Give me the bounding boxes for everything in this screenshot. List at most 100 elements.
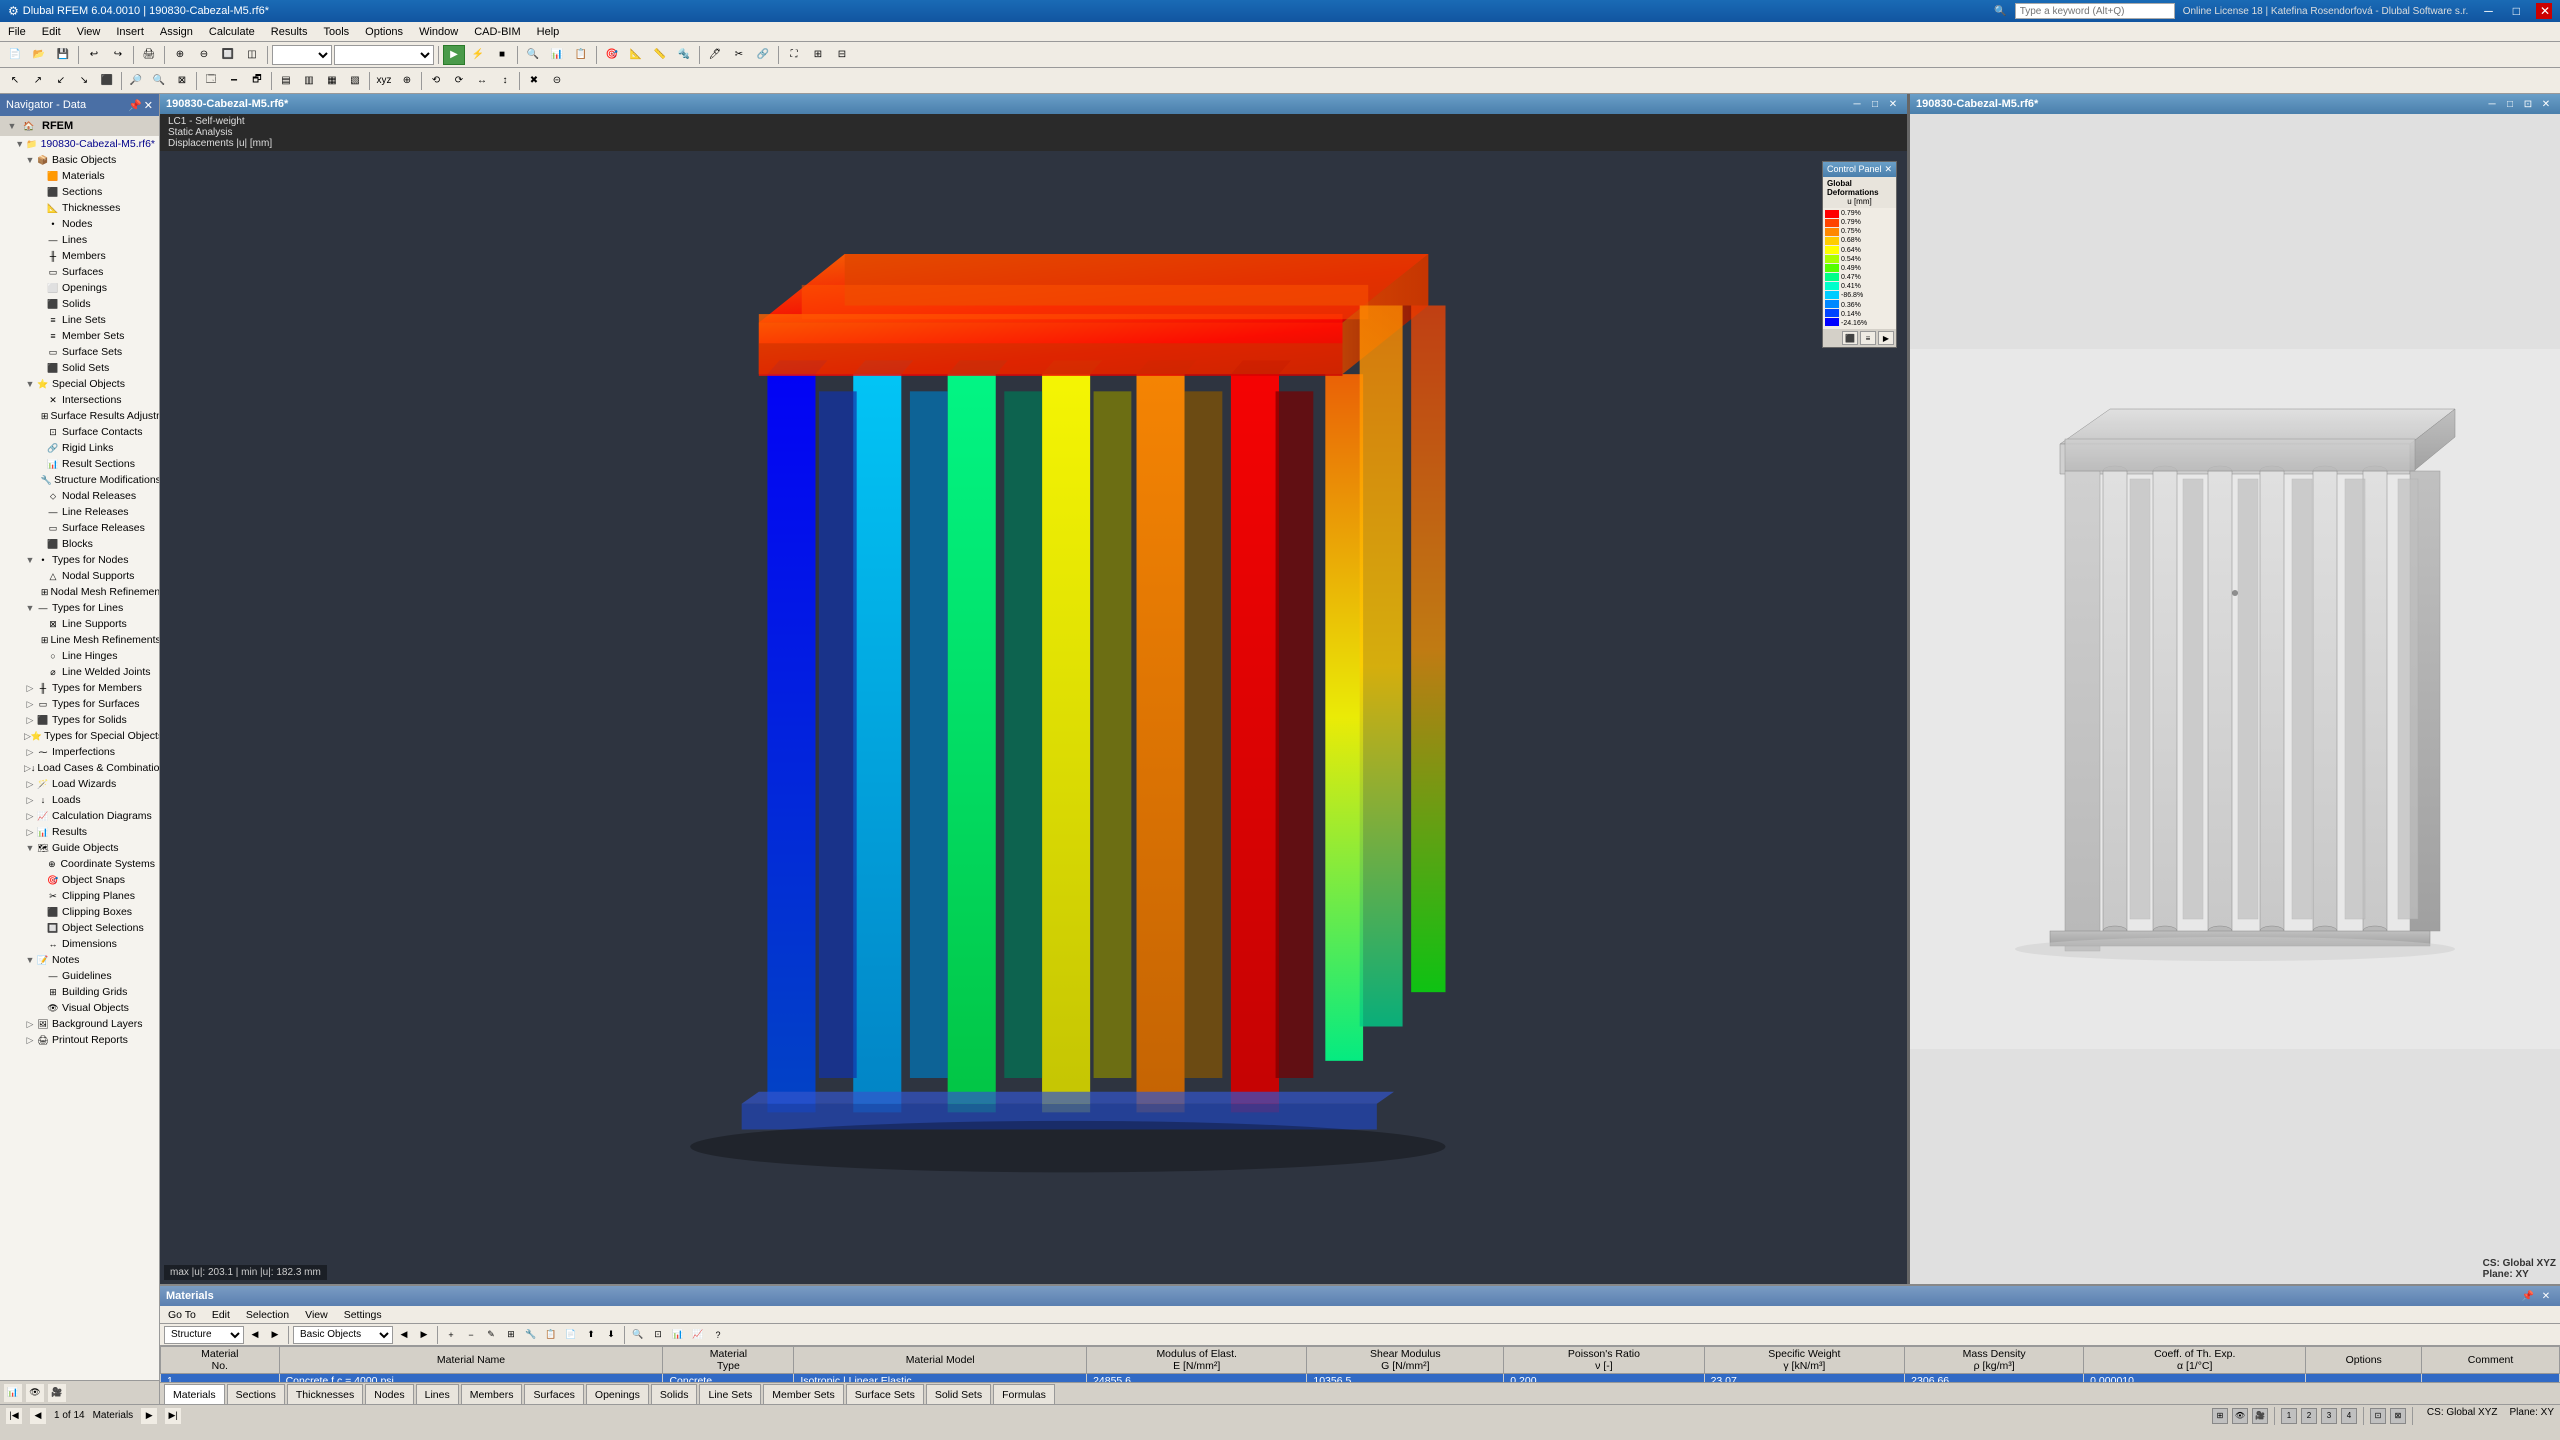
view-btn3[interactable]: ↙ bbox=[50, 71, 72, 91]
rfem-root[interactable]: ▼ 🏠 RFEM bbox=[0, 116, 159, 136]
intersections-item[interactable]: ▷ ✕ Intersections bbox=[0, 392, 159, 408]
tab-materials[interactable]: Materials bbox=[164, 1384, 225, 1404]
sections-item[interactable]: ▷ ⬛ Sections bbox=[0, 184, 159, 200]
line-sets-item[interactable]: ▷ ≡ Line Sets bbox=[0, 312, 159, 328]
types-nodes-group[interactable]: ▼ • Types for Nodes bbox=[0, 552, 159, 568]
bottom-view[interactable]: View bbox=[297, 1306, 336, 1323]
thicknesses-item[interactable]: ▷ 📐 Thicknesses bbox=[0, 200, 159, 216]
tab-sections[interactable]: Sections bbox=[227, 1384, 285, 1404]
status-icon-9[interactable]: ⊠ bbox=[2390, 1408, 2406, 1424]
types-surfaces-group[interactable]: ▷ ▭ Types for Surfaces bbox=[0, 696, 159, 712]
btb2[interactable]: ▶ bbox=[266, 1326, 284, 1344]
filter-btn2[interactable]: ▥ bbox=[298, 71, 320, 91]
load-dropdown[interactable]: Self-weight bbox=[334, 45, 434, 65]
btb16[interactable]: 📊 bbox=[669, 1326, 687, 1344]
tab-member-sets[interactable]: Member Sets bbox=[763, 1384, 843, 1404]
status-icon-2[interactable]: 👁 bbox=[2232, 1408, 2248, 1424]
object-selections-item[interactable]: ▷ 🔲 Object Selections bbox=[0, 920, 159, 936]
results-group[interactable]: ▷ 📊 Results bbox=[0, 824, 159, 840]
bottom-close-btn[interactable]: ✕ bbox=[2538, 1288, 2554, 1304]
tb21[interactable]: ⊟ bbox=[831, 45, 853, 65]
btb5[interactable]: + bbox=[442, 1326, 460, 1344]
zoom-out[interactable]: 🔍 bbox=[148, 71, 170, 91]
menu-cadbim[interactable]: CAD-BIM bbox=[466, 22, 528, 41]
clipping-boxes-item[interactable]: ▷ ⬛ Clipping Boxes bbox=[0, 904, 159, 920]
tb8[interactable]: ■ bbox=[491, 45, 513, 65]
object-snaps-item[interactable]: ▷ 🎯 Object Snaps bbox=[0, 872, 159, 888]
lines-item[interactable]: ▷ — Lines bbox=[0, 232, 159, 248]
basic-objects-dropdown[interactable]: Basic Objects bbox=[293, 1326, 393, 1344]
print-btn[interactable]: 🖨 bbox=[138, 45, 160, 65]
btb11[interactable]: 📄 bbox=[562, 1326, 580, 1344]
file-item[interactable]: ▼ 📁 190830-Cabezal-M5.rf6* bbox=[0, 136, 159, 152]
vp-left-max[interactable]: □ bbox=[1867, 96, 1883, 112]
rigid-links-item[interactable]: ▷ 🔗 Rigid Links bbox=[0, 440, 159, 456]
status-icon-8[interactable]: ⊡ bbox=[2370, 1408, 2386, 1424]
search-input[interactable] bbox=[2015, 3, 2175, 19]
right-model-view[interactable]: CS: Global XYZ Plane: XY bbox=[1910, 114, 2560, 1284]
view-btn5[interactable]: ⬛ bbox=[96, 71, 118, 91]
member-sets-item[interactable]: ▷ ≡ Member Sets bbox=[0, 328, 159, 344]
nav-btn2[interactable]: 👁 bbox=[26, 1384, 44, 1402]
printout-reports-group[interactable]: ▷ 🖨 Printout Reports bbox=[0, 1032, 159, 1048]
load-cases-group[interactable]: ▷ ↓ Load Cases & Combinations bbox=[0, 760, 159, 776]
status-icon-5[interactable]: 2 bbox=[2301, 1408, 2317, 1424]
run-btn[interactable]: ▶ bbox=[443, 45, 465, 65]
status-icon-4[interactable]: 1 bbox=[2281, 1408, 2297, 1424]
btb6[interactable]: − bbox=[462, 1326, 480, 1344]
basic-objects-group[interactable]: ▼ 📦 Basic Objects bbox=[0, 152, 159, 168]
status-prev[interactable]: |◀ bbox=[6, 1408, 22, 1424]
btb17[interactable]: 📈 bbox=[689, 1326, 707, 1344]
render-btn2[interactable]: 🗕 bbox=[223, 71, 245, 91]
tb27[interactable]: ✖ bbox=[523, 71, 545, 91]
tb28[interactable]: ⊝ bbox=[546, 71, 568, 91]
tab-lines[interactable]: Lines bbox=[416, 1384, 459, 1404]
save-btn[interactable]: 💾 bbox=[52, 45, 74, 65]
tb10[interactable]: 📊 bbox=[546, 45, 568, 65]
tb13[interactable]: 📐 bbox=[625, 45, 647, 65]
nav-btn3[interactable]: 🎥 bbox=[48, 1384, 66, 1402]
tb25[interactable]: ↔ bbox=[471, 71, 493, 91]
tb23[interactable]: ⟲ bbox=[425, 71, 447, 91]
menu-insert[interactable]: Insert bbox=[108, 22, 152, 41]
solids-item[interactable]: ▷ ⬛ Solids bbox=[0, 296, 159, 312]
tb6[interactable]: ◫ bbox=[241, 45, 263, 65]
visual-objects-item[interactable]: ▷ 👁 Visual Objects bbox=[0, 1000, 159, 1016]
render-btn1[interactable]: 🗔 bbox=[200, 71, 222, 91]
status-icon-3[interactable]: 🎥 bbox=[2252, 1408, 2268, 1424]
types-members-group[interactable]: ▷ ╫ Types for Members bbox=[0, 680, 159, 696]
clipping-planes-item[interactable]: ▷ ✂ Clipping Planes bbox=[0, 888, 159, 904]
menu-assign[interactable]: Assign bbox=[152, 22, 201, 41]
types-special-group[interactable]: ▷ ⭐ Types for Special Objects bbox=[0, 728, 159, 744]
tb4[interactable]: ⊖ bbox=[193, 45, 215, 65]
tab-thicknesses[interactable]: Thicknesses bbox=[287, 1384, 363, 1404]
menu-window[interactable]: Window bbox=[411, 22, 466, 41]
btb9[interactable]: 🔧 bbox=[522, 1326, 540, 1344]
cp-btn1[interactable]: ⬛ bbox=[1842, 331, 1858, 345]
calc-diagrams-group[interactable]: ▷ 📈 Calculation Diagrams bbox=[0, 808, 159, 824]
menu-edit[interactable]: Edit bbox=[34, 22, 69, 41]
tb12[interactable]: 🎯 bbox=[601, 45, 623, 65]
tb3[interactable]: ⊕ bbox=[169, 45, 191, 65]
tb15[interactable]: 🔩 bbox=[673, 45, 695, 65]
close-button[interactable]: ✕ bbox=[2536, 3, 2552, 19]
nodal-supports-item[interactable]: ▷ △ Nodal Supports bbox=[0, 568, 159, 584]
filter-btn3[interactable]: ▦ bbox=[321, 71, 343, 91]
zoom-fit[interactable]: ⊠ bbox=[171, 71, 193, 91]
surface-sets-item[interactable]: ▷ ▭ Surface Sets bbox=[0, 344, 159, 360]
menu-help[interactable]: Help bbox=[529, 22, 568, 41]
menu-view[interactable]: View bbox=[69, 22, 109, 41]
status-icon-6[interactable]: 3 bbox=[2321, 1408, 2337, 1424]
surface-contacts-item[interactable]: ▷ ⊡ Surface Contacts bbox=[0, 424, 159, 440]
filter-btn1[interactable]: ▤ bbox=[275, 71, 297, 91]
nodes-item[interactable]: ▷ • Nodes bbox=[0, 216, 159, 232]
btb4[interactable]: ▶ bbox=[415, 1326, 433, 1344]
material-name-input[interactable] bbox=[286, 1375, 436, 1382]
btb7[interactable]: ✎ bbox=[482, 1326, 500, 1344]
axis-btn[interactable]: xyz bbox=[373, 71, 395, 91]
notes-group[interactable]: ▼ 📝 Notes bbox=[0, 952, 159, 968]
tb14[interactable]: 📏 bbox=[649, 45, 671, 65]
vp-right-restore[interactable]: ⊡ bbox=[2520, 96, 2536, 112]
nav-close-btn[interactable]: ✕ bbox=[144, 99, 153, 112]
cp-btn2[interactable]: ≡ bbox=[1860, 331, 1876, 345]
